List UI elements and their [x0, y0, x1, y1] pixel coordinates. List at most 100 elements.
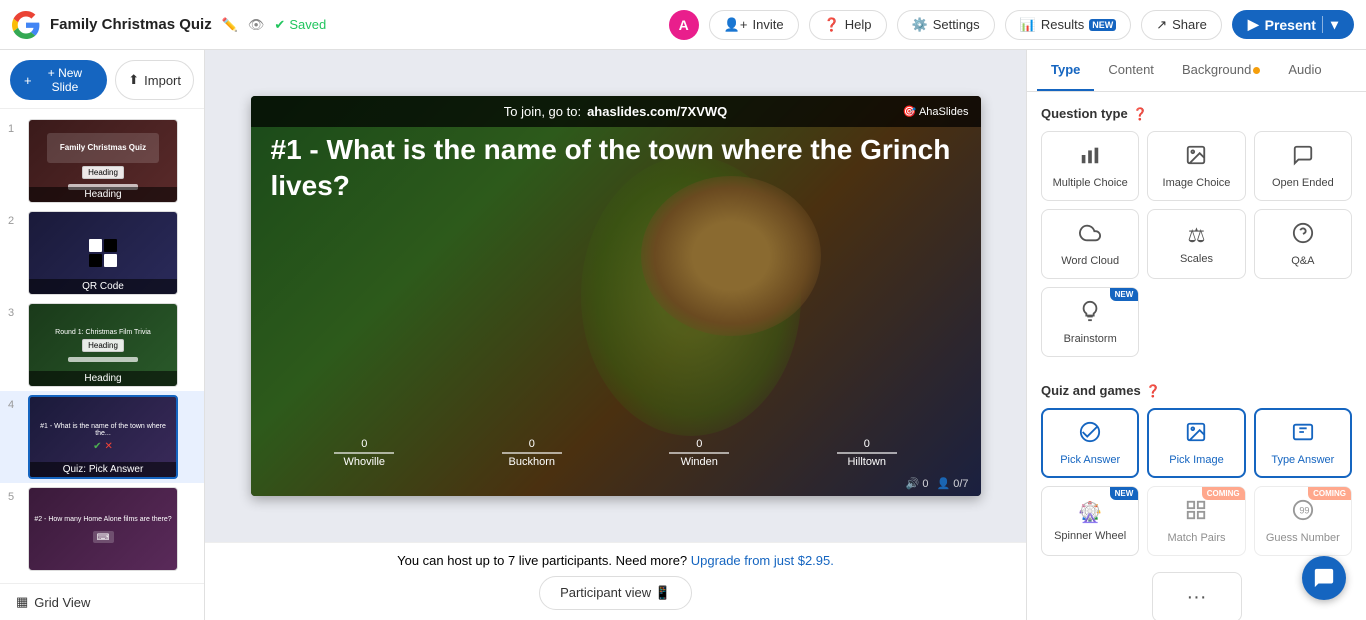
more-types-button[interactable]: ··· [1152, 572, 1242, 620]
sidebar-toolbar: + + New Slide ⬆ Import [0, 50, 204, 109]
plus-icon: + [24, 73, 32, 88]
qtype-guess-number[interactable]: COMING 99 Guess Number [1254, 486, 1352, 556]
new-badge: NEW [1110, 288, 1139, 301]
answer-col-3: 0 Winden [669, 438, 729, 468]
svg-text:99: 99 [1299, 505, 1309, 515]
qtype-pick-answer[interactable]: Pick Answer [1041, 408, 1139, 478]
answer-bar-2 [502, 452, 562, 454]
slide-item[interactable]: 1 Family Christmas Quiz Heading Heading [0, 115, 204, 207]
slide-item[interactable]: 2 QR Code [0, 207, 204, 299]
image-icon [1185, 144, 1207, 172]
results-button[interactable]: 📊 Results NEW [1005, 10, 1132, 40]
quiz-games-help-icon[interactable]: ❓ [1146, 384, 1161, 398]
question-type-help-icon[interactable]: ❓ [1133, 107, 1148, 121]
upgrade-notice: You can host up to 7 live participants. … [221, 553, 1010, 568]
slide-number: 2 [8, 211, 22, 227]
qa-icon [1292, 222, 1314, 250]
tab-type[interactable]: Type [1037, 50, 1094, 91]
answer-bar-1 [334, 452, 394, 454]
qtype-open-ended[interactable]: Open Ended [1254, 131, 1352, 201]
answer-value-4: 0 [864, 438, 870, 450]
quiz-games-title: Quiz and games ❓ [1041, 383, 1352, 398]
answer-bar-3 [669, 452, 729, 454]
tab-background[interactable]: Background [1168, 50, 1274, 91]
qtype-scales[interactable]: ⚖ Scales [1147, 209, 1245, 279]
answer-col-4: 0 Hilltown [837, 438, 897, 468]
qtype-image-choice[interactable]: Image Choice [1147, 131, 1245, 201]
share-icon: ↗ [1156, 17, 1167, 33]
tab-content[interactable]: Content [1094, 50, 1168, 91]
ahaslides-logo: 🎯 AhaSlides [903, 105, 969, 118]
slide-item[interactable]: 5 #2 - How many Home Alone films are the… [0, 483, 204, 575]
edit-icon[interactable]: ✏️ [222, 17, 238, 33]
help-button[interactable]: ❓ Help [809, 10, 887, 40]
qtype-multiple-choice[interactable]: Multiple Choice [1041, 131, 1139, 201]
import-button[interactable]: ⬆ Import [115, 60, 194, 100]
spinner-wheel-icon: 🎡 [1078, 500, 1103, 525]
speech-bubble-icon [1292, 144, 1314, 172]
center-panel: To join, go to: ahaslides.com/7XVWQ 🎯 Ah… [205, 50, 1026, 620]
bar-chart-icon [1079, 144, 1101, 172]
slide-number: 4 [8, 395, 22, 411]
answer-label-3: Winden [681, 456, 718, 468]
question-type-title: Question type ❓ [1041, 106, 1352, 121]
avatar: A [669, 10, 699, 40]
chat-bubble-button[interactable] [1302, 556, 1346, 600]
present-dropdown-arrow: ▾ [1322, 16, 1338, 33]
slide-number: 3 [8, 303, 22, 319]
slide-type-label: Heading [29, 371, 177, 386]
qtype-word-cloud[interactable]: Word Cloud [1041, 209, 1139, 279]
invite-icon: 👤+ [724, 17, 748, 33]
help-icon: ❓ [824, 17, 840, 33]
coming-badge-guess: COMING [1308, 487, 1351, 500]
settings-button[interactable]: ⚙️ Settings [897, 10, 995, 40]
pick-image-icon [1185, 421, 1207, 449]
new-slide-button[interactable]: + + New Slide [10, 60, 107, 100]
grid-view-button[interactable]: ▦ Grid View [0, 583, 204, 620]
participant-stat: 👤 0/7 [936, 477, 968, 490]
slide-canvas: To join, go to: ahaslides.com/7XVWQ 🎯 Ah… [251, 96, 981, 496]
qtype-spinner-wheel[interactable]: NEW 🎡 Spinner Wheel [1041, 486, 1139, 556]
qtype-match-pairs[interactable]: COMING Match Pairs [1147, 486, 1245, 556]
slide-question: #1 - What is the name of the town where … [271, 132, 961, 205]
participant-view-button[interactable]: Participant view 📱 [539, 576, 692, 610]
slide-thumbnail: #2 - How many Home Alone films are there… [28, 487, 178, 571]
main-layout: + + New Slide ⬆ Import 1 Family Christma… [0, 50, 1366, 620]
preview-icon[interactable]: 👁 [248, 17, 265, 33]
slide-type-label: QR Code [29, 279, 177, 294]
slide-number: 5 [8, 487, 22, 503]
coming-badge-match: COMING [1202, 487, 1245, 500]
play-icon: ▶ [1248, 16, 1259, 33]
slide-thumbnail: Family Christmas Quiz Heading Heading [28, 119, 178, 203]
slide-item[interactable]: 3 Round 1: Christmas Film Trivia Heading… [0, 299, 204, 391]
upgrade-link[interactable]: Upgrade from just $2.95. [691, 553, 834, 568]
right-panel: Type Content Background Audio Question t… [1026, 50, 1366, 620]
slide-list: 1 Family Christmas Quiz Heading Heading … [0, 109, 204, 583]
pick-answer-icon [1079, 421, 1101, 449]
slide-item[interactable]: 4 #1 - What is the name of the town wher… [0, 391, 204, 483]
slide-stats: 🔊 0 👤 0/7 [906, 477, 969, 490]
slide-number: 1 [8, 119, 22, 135]
answer-value-2: 0 [529, 438, 535, 450]
audio-stat: 🔊 0 [906, 477, 929, 490]
sidebar: + + New Slide ⬆ Import 1 Family Christma… [0, 50, 205, 620]
present-button[interactable]: ▶ Present ▾ [1232, 10, 1354, 39]
tab-audio[interactable]: Audio [1274, 50, 1335, 91]
qtype-pick-image[interactable]: Pick Image [1147, 408, 1245, 478]
participant-view-label: Participant view 📱 [560, 585, 671, 601]
answer-label-1: Whoville [343, 456, 385, 468]
scales-icon: ⚖ [1188, 223, 1206, 248]
type-answer-icon [1292, 421, 1314, 449]
qtype-type-answer[interactable]: Type Answer [1254, 408, 1352, 478]
question-type-grid: Multiple Choice Image Choice Open Ended [1041, 131, 1352, 357]
question-type-section: Question type ❓ Multiple Choice Image Ch… [1027, 92, 1366, 369]
invite-button[interactable]: 👤+ Invite [709, 10, 799, 40]
import-icon: ⬆ [128, 72, 139, 88]
match-pairs-icon [1185, 499, 1207, 527]
join-bar: To join, go to: ahaslides.com/7XVWQ 🎯 Ah… [251, 96, 981, 127]
qtype-brainstorm[interactable]: NEW Brainstorm [1041, 287, 1139, 357]
google-logo-icon [12, 11, 40, 39]
qtype-qa[interactable]: Q&A [1254, 209, 1352, 279]
share-button[interactable]: ↗ Share [1141, 10, 1222, 40]
cloud-icon [1079, 222, 1101, 250]
